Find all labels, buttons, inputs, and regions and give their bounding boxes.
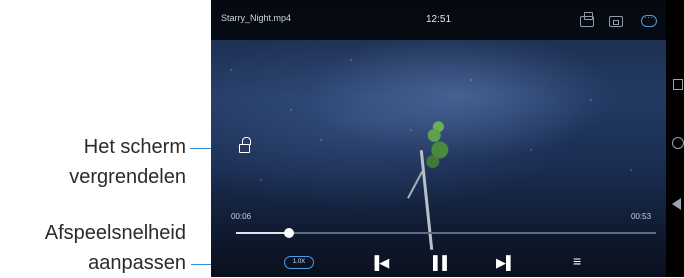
video-filename: Starry_Night.mp4 <box>221 13 292 23</box>
recent-apps-icon[interactable] <box>673 79 683 90</box>
progress-thumb[interactable] <box>283 228 294 238</box>
callout-speed-line2: aanpassen <box>88 252 186 274</box>
callout-playback-speed: Afspeelsnelheid aanpassen <box>5 218 186 278</box>
callout-lock-line1: Het scherm <box>83 136 186 158</box>
playback-controls: 1.0X ▐◀ ▌▌ ▶▌ ≡ <box>211 248 666 277</box>
back-icon[interactable] <box>672 198 681 210</box>
callout-speed-line1: Afspeelsnelheid <box>44 222 186 244</box>
unlock-icon[interactable] <box>239 137 251 153</box>
pause-icon[interactable]: ▌▌ <box>433 255 451 270</box>
video-screen[interactable]: Starry_Night.mp4 12:51 00:06 00:53 1.0X … <box>211 0 666 277</box>
next-icon[interactable]: ▶▌ <box>496 255 515 271</box>
home-icon[interactable] <box>672 137 684 149</box>
player-top-bar: Starry_Night.mp4 12:51 <box>211 0 666 40</box>
playback-speed-button[interactable]: 1.0X <box>284 256 314 269</box>
clock: 12:51 <box>426 14 452 25</box>
previous-icon[interactable]: ▐◀ <box>370 255 389 271</box>
screenshot-icon[interactable] <box>580 12 594 27</box>
more-icon[interactable] <box>641 12 657 27</box>
phone-frame: Starry_Night.mp4 12:51 00:06 00:53 1.0X … <box>211 0 684 277</box>
callout-lock-screen: Het scherm vergrendelen <box>20 132 186 192</box>
tree-foliage <box>423 118 451 176</box>
time-total: 00:53 <box>631 212 652 221</box>
progress-fill <box>236 232 289 234</box>
callout-lock-line2: vergrendelen <box>69 166 186 188</box>
playlist-icon[interactable]: ≡ <box>573 253 581 269</box>
cast-icon[interactable] <box>609 16 623 27</box>
time-elapsed: 00:06 <box>231 212 252 221</box>
progress-bar[interactable] <box>236 228 656 238</box>
